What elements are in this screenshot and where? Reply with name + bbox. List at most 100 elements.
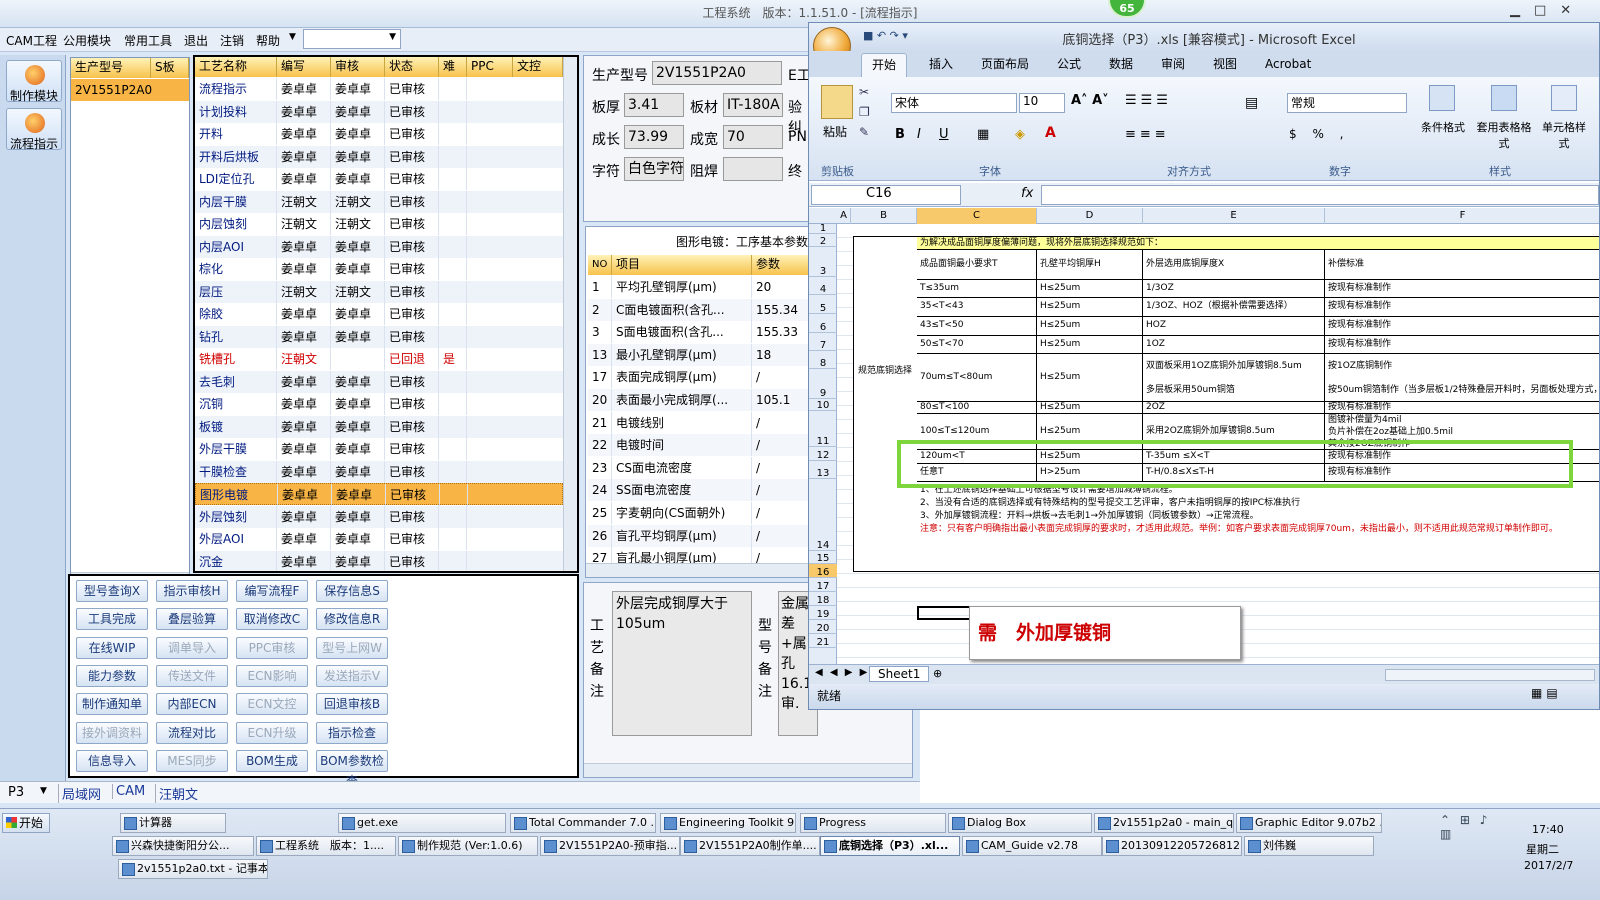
align-top-icons[interactable]: ☰☰☰: [1125, 93, 1172, 108]
taskbar-item[interactable]: 2V1551P2A0-预审指...: [540, 836, 680, 856]
action-button[interactable]: 传送文件: [156, 664, 228, 687]
table-format-label[interactable]: 套用表格格式: [1475, 119, 1533, 151]
process-row[interactable]: 外层AOI 姜卓卓 姜卓卓 已审核: [195, 528, 563, 550]
taskbar-item[interactable]: 工程系统 版本：1....: [256, 836, 396, 856]
cut-icon[interactable]: ✂: [859, 85, 869, 99]
param-row[interactable]: 26 盲孔平均铜厚(μm) /: [588, 524, 812, 547]
taskbar-item[interactable]: 制作规范 (Ver:1.0.6): [398, 836, 538, 856]
table-format-icon[interactable]: [1491, 85, 1517, 111]
font-field[interactable]: 白色字符: [624, 157, 684, 181]
process-row[interactable]: 钻孔 姜卓卓 姜卓卓 已审核: [195, 325, 563, 348]
column-header[interactable]: B: [851, 208, 917, 224]
row-header[interactable]: 14: [809, 479, 837, 551]
row-header[interactable]: 16: [809, 564, 837, 578]
formula-input[interactable]: [1041, 185, 1599, 205]
column-header[interactable]: C: [917, 208, 1037, 224]
italic-icon[interactable]: I: [917, 127, 921, 142]
col-header-item[interactable]: 项目: [612, 255, 752, 275]
action-button[interactable]: 取消修改C: [236, 608, 308, 631]
row-header[interactable]: 10: [809, 399, 837, 411]
process-row[interactable]: 除胶 姜卓卓 姜卓卓 已审核: [195, 303, 563, 325]
font-name-box[interactable]: 宋体: [891, 93, 1017, 113]
worksheet-grid[interactable]: 规范底铜选择 为解决成品面铜厚度偏薄问题，现将外层底铜选择规范如下： 成品面铜最小要…: [837, 224, 1599, 664]
menu-combo[interactable]: ▼: [303, 29, 401, 49]
menu-exit[interactable]: 退出: [184, 32, 208, 49]
param-row[interactable]: 22 电镀时间 /: [588, 434, 812, 457]
col-header-reviewer[interactable]: 审核: [331, 57, 385, 77]
process-row[interactable]: 板镀 姜卓卓 姜卓卓 已审核: [195, 415, 563, 438]
row-header[interactable]: 19: [809, 606, 837, 620]
underline-icon[interactable]: U: [939, 127, 949, 142]
plant-selector[interactable]: P3: [8, 785, 24, 800]
row-header[interactable]: 20: [809, 620, 837, 634]
col-header-process[interactable]: 工艺名称: [195, 57, 277, 77]
column-header[interactable]: A: [837, 208, 851, 224]
row-header[interactable]: 6: [809, 314, 837, 333]
action-button[interactable]: 修改信息R: [316, 608, 388, 631]
param-row[interactable]: 1 平均孔壁铜厚(μm) 20: [588, 276, 812, 298]
col-header-ppc[interactable]: PPC: [467, 57, 513, 77]
action-button[interactable]: 型号上网W: [316, 636, 388, 659]
grow-font-icon[interactable]: A˄ A˅: [1071, 93, 1109, 108]
process-row[interactable]: 沉铜 姜卓卓 姜卓卓 已审核: [195, 393, 563, 415]
taskbar-item[interactable]: CAM_Guide v2.78: [962, 836, 1102, 856]
action-button[interactable]: 制作通知单: [76, 693, 148, 716]
horizontal-scrollbar[interactable]: [586, 563, 812, 577]
ribbon-tab-0[interactable]: 开始: [861, 53, 908, 77]
callout-text-box[interactable]: 需 外加厚镀铜: [969, 606, 1241, 660]
material-field[interactable]: IT-180A: [723, 93, 783, 117]
row-header[interactable]: 12: [809, 447, 837, 461]
action-button[interactable]: 在线WIP: [76, 636, 148, 659]
taskbar-item[interactable]: 20130912205726812...: [1102, 836, 1242, 856]
process-row[interactable]: 流程指示 姜卓卓 姜卓卓 已审核: [195, 78, 563, 100]
process-notes-text[interactable]: 外层完成铜厚大于105um: [612, 591, 752, 736]
action-button[interactable]: 叠层验算: [156, 608, 228, 631]
ribbon-tab-3[interactable]: 公式: [1047, 53, 1091, 77]
process-row[interactable]: 沉金 姜卓卓 姜卓卓 已审核: [195, 550, 563, 571]
row-header[interactable]: 8: [809, 351, 837, 369]
action-button[interactable]: PPC审核: [236, 636, 308, 659]
row-header[interactable]: 13: [809, 461, 837, 479]
process-row[interactable]: 干膜检查 姜卓卓 姜卓卓 已审核: [195, 460, 563, 483]
number-format-icons[interactable]: $ % ,: [1289, 127, 1349, 141]
action-button[interactable]: MES同步: [156, 749, 228, 772]
row-header[interactable]: 21: [809, 634, 837, 648]
align-left-icons[interactable]: ≡≡≡: [1125, 127, 1170, 142]
horizontal-scrollbar[interactable]: [584, 763, 912, 777]
menu-cam[interactable]: CAM工程: [6, 32, 57, 49]
window-controls[interactable]: ▁□✕: [1510, 3, 1585, 18]
row-header[interactable]: 15: [809, 551, 837, 564]
ribbon-tab-2[interactable]: 页面布局: [971, 53, 1039, 77]
ribbon-tab-6[interactable]: 视图: [1203, 53, 1247, 77]
process-row[interactable]: 内层蚀刻 汪朝文 汪朝文 已审核: [195, 213, 563, 235]
row-header[interactable]: 9: [809, 369, 837, 399]
taskbar-item[interactable]: Dialog Box: [948, 813, 1092, 833]
col-header-difficulty[interactable]: 难: [439, 57, 467, 77]
col-header-doc[interactable]: 文控: [513, 57, 563, 77]
cell-style-icon[interactable]: [1551, 85, 1577, 111]
taskbar-item[interactable]: Graphic Editor 9.07b2 ...: [1236, 813, 1382, 833]
sheet-tab-1[interactable]: Sheet1: [869, 666, 930, 682]
param-row[interactable]: 3 S面电镀面积(含孔... 155.33: [588, 321, 812, 344]
taskbar-item[interactable]: 计算器: [120, 813, 226, 833]
thickness-field[interactable]: 3.41: [624, 93, 684, 117]
action-button[interactable]: 回退审核B: [316, 693, 388, 716]
tray-icons[interactable]: ⌃ ⊞ ♪ ▥: [1440, 813, 1510, 841]
taskbar-item[interactable]: 兴森快捷衡阳分公...: [112, 836, 254, 856]
param-row[interactable]: 24 SS面电流密度 /: [588, 479, 812, 502]
conditional-format-label[interactable]: 条件格式: [1421, 119, 1465, 135]
fill-color-icon[interactable]: ◈: [1015, 127, 1025, 142]
product-row-selected[interactable]: 2V1551P2A0: [71, 79, 189, 101]
taskbar-item[interactable]: get.exe: [338, 813, 506, 833]
taskbar-item[interactable]: 2V1551P2A0制作单....: [680, 836, 820, 856]
menu-tools[interactable]: 常用工具: [124, 32, 172, 49]
length-field[interactable]: 73.99: [624, 125, 684, 149]
cell-style-label[interactable]: 单元格样式: [1539, 119, 1589, 151]
chevron-down-icon[interactable]: ▼: [40, 786, 47, 796]
col-header-param[interactable]: 参数: [752, 255, 812, 275]
action-button[interactable]: 工具完成: [76, 608, 148, 631]
ribbon-tab-1[interactable]: 插入: [919, 53, 963, 77]
taskbar-item[interactable]: 2v1551p2a0 - main_qa: [1094, 813, 1234, 833]
column-header[interactable]: F: [1325, 208, 1599, 224]
taskbar-item[interactable]: Total Commander 7.0 ...: [510, 813, 656, 833]
